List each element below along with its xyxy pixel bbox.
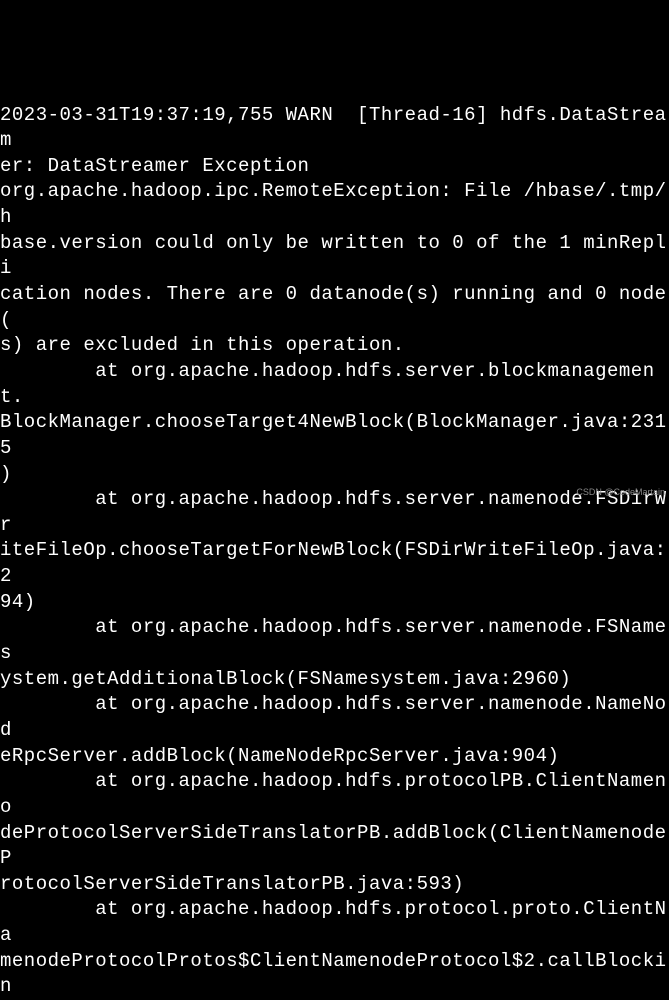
log-line: at org.apache.hadoop.hdfs.server.blockma… xyxy=(0,360,655,408)
log-line: s) are excluded in this operation. xyxy=(0,334,405,356)
log-line: rotocolServerSideTranslatorPB.java:593) xyxy=(0,873,464,895)
log-line: cation nodes. There are 0 datanode(s) ru… xyxy=(0,283,667,331)
log-line: menodeProtocolProtos$ClientNamenodeProto… xyxy=(0,950,667,998)
log-line: 94) xyxy=(0,591,36,613)
log-line: at org.apache.hadoop.hdfs.server.namenod… xyxy=(0,488,667,536)
log-line: at org.apache.hadoop.hdfs.server.namenod… xyxy=(0,616,667,664)
log-line: ystem.getAdditionalBlock(FSNamesystem.ja… xyxy=(0,668,571,690)
log-line: BlockManager.chooseTarget4NewBlock(Block… xyxy=(0,411,667,459)
log-line: base.version could only be written to 0 … xyxy=(0,232,667,280)
log-line: 2023-03-31T19:37:19,755 WARN [Thread-16]… xyxy=(0,104,667,152)
terminal-output: 2023-03-31T19:37:19,755 WARN [Thread-16]… xyxy=(0,103,669,603)
log-line: at org.apache.hadoop.hdfs.protocol.proto… xyxy=(0,898,667,946)
log-line: eRpcServer.addBlock(NameNodeRpcServer.ja… xyxy=(0,745,559,767)
log-line: er: DataStreamer Exception xyxy=(0,155,309,177)
log-line: iteFileOp.chooseTargetForNewBlock(FSDirW… xyxy=(0,539,667,587)
log-line: at org.apache.hadoop.hdfs.protocolPB.Cli… xyxy=(0,770,667,818)
log-line: deProtocolServerSideTranslatorPB.addBloc… xyxy=(0,822,667,870)
watermark-text: CSDN @CodeMartain xyxy=(576,486,665,498)
log-line: ) xyxy=(0,463,12,485)
log-line: at org.apache.hadoop.hdfs.server.namenod… xyxy=(0,693,667,741)
log-line: org.apache.hadoop.ipc.RemoteException: F… xyxy=(0,180,667,228)
